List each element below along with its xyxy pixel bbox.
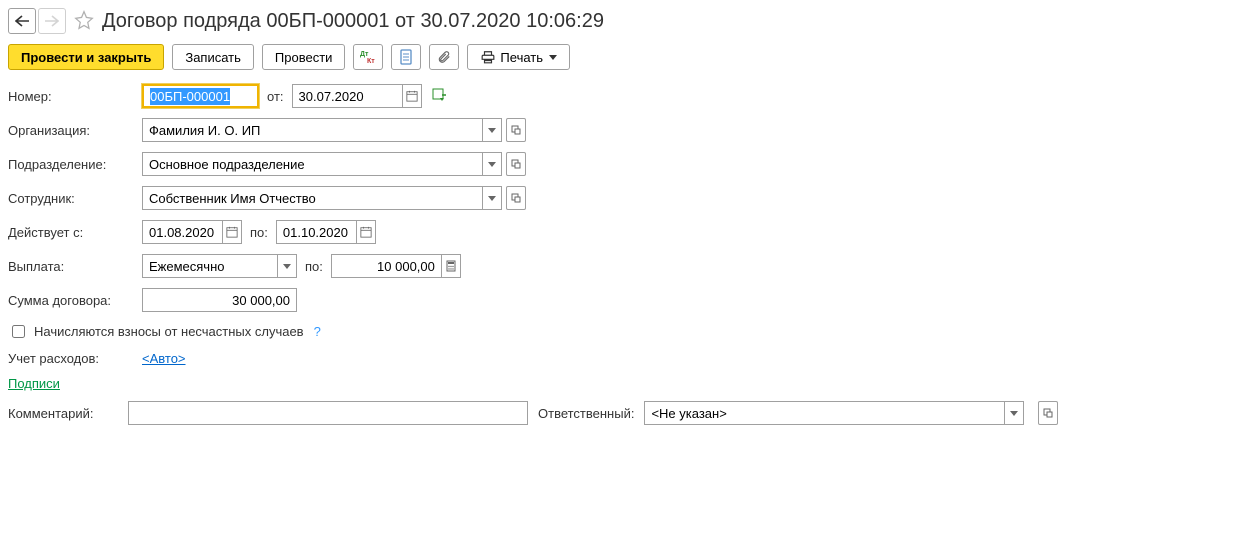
- dept-input[interactable]: [142, 152, 482, 176]
- date-input[interactable]: [292, 84, 402, 108]
- save-button[interactable]: Записать: [172, 44, 254, 70]
- post-and-close-button[interactable]: Провести и закрыть: [8, 44, 164, 70]
- pay-amount-calc-button[interactable]: [441, 254, 461, 278]
- attachment-button[interactable]: [429, 44, 459, 70]
- document-icon-button[interactable]: [391, 44, 421, 70]
- dept-dropdown-button[interactable]: [482, 152, 502, 176]
- valid-to-calendar-button[interactable]: [356, 220, 376, 244]
- employee-input[interactable]: [142, 186, 482, 210]
- responsible-label: Ответственный:: [538, 406, 634, 421]
- number-label: Номер:: [8, 89, 142, 104]
- valid-from-label: Действует с:: [8, 225, 142, 240]
- signatures-link[interactable]: Подписи: [8, 376, 60, 391]
- svg-text:Дт: Дт: [360, 51, 369, 58]
- favorite-star-icon[interactable]: [74, 10, 94, 33]
- nav-forward-button[interactable]: [38, 8, 66, 34]
- responsible-input[interactable]: [644, 401, 1004, 425]
- sum-input[interactable]: [142, 288, 297, 312]
- status-icon[interactable]: [432, 88, 448, 105]
- nav-back-button[interactable]: [8, 8, 36, 34]
- payment-input[interactable]: [142, 254, 277, 278]
- org-input[interactable]: [142, 118, 482, 142]
- valid-to-input[interactable]: [276, 220, 356, 244]
- pay-amount-input[interactable]: [331, 254, 441, 278]
- expense-link[interactable]: <Авто>: [142, 351, 186, 366]
- header: Договор подряда 00БП-000001 от 30.07.202…: [8, 8, 1231, 34]
- page-title: Договор подряда 00БП-000001 от 30.07.202…: [102, 10, 604, 33]
- print-button[interactable]: Печать: [467, 44, 570, 70]
- from-label: от:: [267, 89, 284, 104]
- accident-checkbox[interactable]: [12, 325, 25, 338]
- post-button[interactable]: Провести: [262, 44, 346, 70]
- org-dropdown-button[interactable]: [482, 118, 502, 142]
- payment-dropdown-button[interactable]: [277, 254, 297, 278]
- dept-open-button[interactable]: [506, 152, 526, 176]
- org-open-button[interactable]: [506, 118, 526, 142]
- svg-text:Кт: Кт: [367, 58, 375, 64]
- dept-label: Подразделение:: [8, 157, 142, 172]
- expense-label: Учет расходов:: [8, 351, 142, 366]
- accident-check-label: Начисляются взносы от несчастных случаев: [34, 324, 304, 339]
- number-input[interactable]: 00БП-000001: [142, 84, 259, 108]
- responsible-dropdown-button[interactable]: [1004, 401, 1024, 425]
- to-label: по:: [250, 225, 268, 240]
- sum-label: Сумма договора:: [8, 293, 142, 308]
- comment-input[interactable]: [128, 401, 528, 425]
- help-icon[interactable]: ?: [314, 324, 321, 339]
- date-calendar-button[interactable]: [402, 84, 422, 108]
- dt-kt-button[interactable]: ДтКт: [353, 44, 383, 70]
- comment-label: Комментарий:: [8, 406, 118, 421]
- valid-from-input[interactable]: [142, 220, 222, 244]
- responsible-open-button[interactable]: [1038, 401, 1058, 425]
- employee-label: Сотрудник:: [8, 191, 142, 206]
- valid-from-calendar-button[interactable]: [222, 220, 242, 244]
- payment-label: Выплата:: [8, 259, 142, 274]
- pay-by-label: по:: [305, 259, 323, 274]
- org-label: Организация:: [8, 123, 142, 138]
- toolbar: Провести и закрыть Записать Провести ДтК…: [8, 44, 1231, 70]
- employee-dropdown-button[interactable]: [482, 186, 502, 210]
- employee-open-button[interactable]: [506, 186, 526, 210]
